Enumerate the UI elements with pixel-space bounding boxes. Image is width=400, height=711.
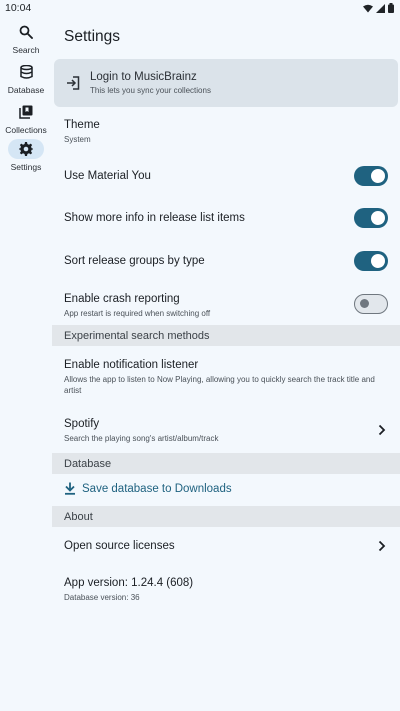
more-info-setting[interactable]: Show more info in release list items (64, 208, 388, 228)
sort-groups-setting[interactable]: Sort release groups by type (64, 251, 388, 271)
rail-item-search[interactable]: Search (0, 22, 52, 58)
rail-item-settings[interactable]: Settings (0, 139, 52, 175)
settings-content: Settings Login to MusicBrainz This lets … (52, 16, 400, 711)
theme-title: Theme (64, 119, 100, 131)
rail-label-database: Database (7, 85, 45, 95)
sort-groups-switch[interactable] (354, 251, 388, 271)
crash-reporting-subtitle: App restart is required when switching o… (64, 309, 211, 318)
notification-listener-setting[interactable]: Enable notification listener Allows the … (64, 359, 384, 396)
login-card[interactable]: Login to MusicBrainz This lets you sync … (54, 59, 398, 107)
licenses-setting[interactable]: Open source licenses (64, 536, 388, 556)
page-title: Settings (64, 28, 121, 45)
spotify-title: Spotify (64, 418, 100, 430)
save-database-label: Save database to Downloads (82, 482, 232, 495)
spotify-setting[interactable]: Spotify Search the playing song's artist… (64, 418, 388, 444)
wifi-icon (363, 4, 373, 12)
collections-icon (8, 102, 44, 122)
download-icon (65, 482, 75, 495)
switch-knob (371, 211, 385, 225)
signal-icon (376, 3, 385, 13)
material-you-title: Use Material You (64, 170, 151, 182)
chevron-right-icon (378, 540, 386, 552)
login-icon (56, 76, 90, 90)
rail-item-database[interactable]: Database (0, 62, 52, 98)
licenses-title: Open source licenses (64, 540, 175, 552)
battery-icon (388, 3, 394, 13)
more-info-title: Show more info in release list items (64, 212, 245, 224)
material-you-setting[interactable]: Use Material You (64, 166, 388, 186)
rail-label-settings: Settings (10, 162, 42, 172)
section-header-experimental: Experimental search methods (52, 325, 400, 346)
status-bar: 10:04 (0, 0, 400, 16)
save-database-button[interactable]: Save database to Downloads (64, 482, 232, 495)
app-version-info: App version: 1.24.4 (608) Database versi… (64, 577, 388, 603)
app-version-title: App version: 1.24.4 (608) (64, 577, 194, 589)
switch-knob (371, 169, 385, 183)
rail-label-collections: Collections (5, 125, 47, 135)
gear-icon (8, 139, 44, 159)
navigation-rail: Search Database Collections Settings (0, 16, 52, 711)
section-header-about: About (52, 506, 400, 527)
login-subtitle: This lets you sync your collections (90, 86, 211, 95)
rail-item-collections[interactable]: Collections (0, 102, 52, 138)
database-version: Database version: 36 (64, 593, 140, 602)
status-icons (363, 3, 394, 13)
login-title: Login to MusicBrainz (90, 71, 197, 83)
rail-label-search: Search (12, 45, 40, 55)
notification-listener-title: Enable notification listener (64, 359, 199, 371)
status-time: 10:04 (5, 2, 32, 14)
notification-listener-subtitle: Allows the app to listen to Now Playing,… (64, 375, 375, 395)
spotify-subtitle: Search the playing song's artist/album/t… (64, 434, 219, 443)
theme-value: System (64, 135, 91, 144)
sort-groups-title: Sort release groups by type (64, 255, 205, 267)
database-icon (8, 62, 44, 82)
crash-reporting-title: Enable crash reporting (64, 293, 180, 305)
section-header-database: Database (52, 453, 400, 474)
more-info-switch[interactable] (354, 208, 388, 228)
theme-setting[interactable]: Theme System (64, 119, 388, 145)
crash-reporting-switch[interactable] (354, 294, 388, 314)
crash-reporting-setting[interactable]: Enable crash reporting App restart is re… (64, 293, 388, 318)
search-icon (8, 22, 44, 42)
switch-knob (371, 254, 385, 268)
material-you-switch[interactable] (354, 166, 388, 186)
chevron-right-icon (378, 424, 386, 436)
switch-knob (360, 299, 369, 308)
